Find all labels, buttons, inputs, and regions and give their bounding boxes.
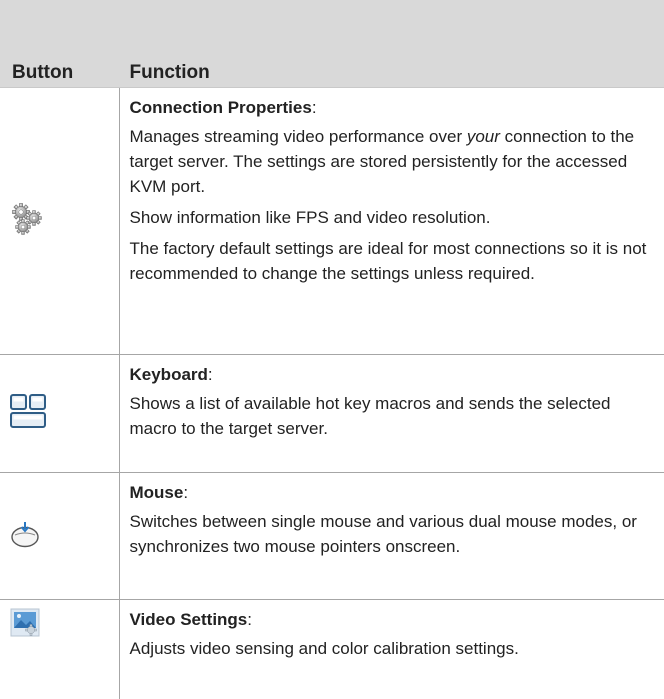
function-cell: Video Settings: Adjusts video sensing an… [119, 600, 664, 699]
mouse-icon[interactable] [10, 520, 40, 548]
table-row-connection-properties: Connection Properties: Manages streaming… [0, 88, 664, 355]
table-row-video-settings: Video Settings: Adjusts video sensing an… [0, 600, 664, 699]
icon-cell [0, 88, 119, 355]
function-description: Switches between single mouse and variou… [130, 509, 649, 559]
function-title-colon: : [183, 483, 188, 502]
function-title: Connection Properties: [130, 95, 649, 120]
button-function-table: Button Function [0, 0, 664, 699]
function-title-colon: : [247, 610, 252, 629]
function-cell: Connection Properties: Manages streaming… [119, 88, 664, 355]
table-row-mouse: Mouse: Switches between single mouse and… [0, 473, 664, 600]
function-title-colon: : [312, 98, 317, 117]
keyboard-icon[interactable] [10, 394, 46, 428]
table-header-row: Button Function [0, 0, 664, 88]
description-emphasis: your [467, 127, 500, 146]
function-title: Keyboard: [130, 362, 649, 387]
icon-cell [0, 355, 119, 473]
function-description: Show information like FPS and video reso… [130, 205, 649, 230]
column-header-button: Button [0, 0, 119, 88]
function-title-text: Mouse [130, 483, 184, 502]
function-cell: Keyboard: Shows a list of available hot … [119, 355, 664, 473]
function-description: Adjusts video sensing and color calibrat… [130, 636, 649, 661]
function-title-text: Video Settings [130, 610, 248, 629]
video-settings-icon[interactable] [10, 608, 40, 638]
function-title-text: Connection Properties [130, 98, 312, 117]
table-row-keyboard: Keyboard: Shows a list of available hot … [0, 355, 664, 473]
function-description: Manages streaming video performance over… [130, 124, 649, 199]
description-text: Manages streaming video performance over [130, 127, 467, 146]
function-description: The factory default settings are ideal f… [130, 236, 649, 286]
function-title: Video Settings: [130, 607, 649, 632]
function-title-colon: : [208, 365, 213, 384]
icon-cell [0, 473, 119, 600]
function-title: Mouse: [130, 480, 649, 505]
connection-properties-gears-icon[interactable] [10, 202, 44, 236]
function-description: Shows a list of available hot key macros… [130, 391, 649, 441]
column-header-function: Function [119, 0, 664, 88]
icon-cell [0, 600, 119, 699]
function-cell: Mouse: Switches between single mouse and… [119, 473, 664, 600]
function-title-text: Keyboard [130, 365, 208, 384]
